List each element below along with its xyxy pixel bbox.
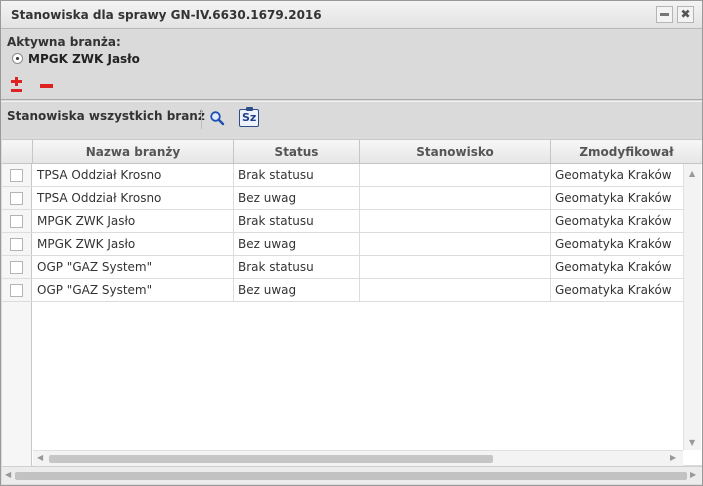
active-branch-panel: Aktywna branża: MPGK ZWK Jasło: [1, 30, 702, 100]
table-row[interactable]: TPSA Oddział Krosno Bez uwag Geomatyka K…: [2, 187, 683, 210]
table-row[interactable]: MPGK ZWK Jasło Bez uwag Geomatyka Kraków: [2, 233, 683, 256]
active-branch-label: Aktywna branża:: [7, 35, 121, 49]
title-bar[interactable]: Stanowiska dla sprawy GN-IV.6630.1679.20…: [1, 1, 702, 29]
cell-branza: MPGK ZWK Jasło: [33, 210, 234, 233]
window-horizontal-scrollbar[interactable]: ◀ ▶: [2, 466, 702, 484]
cell-zmodyfikowal: Geomatyka Kraków: [555, 191, 672, 205]
close-icon: ✖: [680, 7, 691, 21]
table-header: Nazwa branży Status Stanowisko Zmodyfiko…: [2, 140, 702, 164]
sz-button[interactable]: Sz: [239, 107, 259, 127]
column-header-branza[interactable]: Nazwa branży: [33, 140, 234, 164]
toolbar-separator: [201, 109, 202, 129]
cell-status: Bez uwag: [234, 233, 360, 256]
column-header-stanowisko[interactable]: Stanowisko: [360, 140, 551, 164]
cell-status: Bez uwag: [234, 187, 360, 210]
cell-zmodyfikowal: Geomatyka Kraków: [555, 168, 672, 182]
radio-selected-icon[interactable]: [12, 53, 23, 64]
scroll-down-icon[interactable]: ▼: [689, 438, 695, 447]
plus-bar: [11, 80, 22, 83]
scroll-left-icon[interactable]: ◀: [37, 453, 43, 462]
row-checkbox[interactable]: [10, 238, 23, 251]
scroll-left-icon[interactable]: ◀: [5, 470, 11, 479]
add-branch-button[interactable]: [10, 77, 24, 93]
sz-label: Sz: [242, 111, 257, 124]
minimize-icon: [660, 13, 669, 16]
toolbar: Stanowiska wszystkich branż Sz: [1, 101, 702, 137]
cell-stanowisko: [360, 233, 551, 256]
window-hscroll-thumb[interactable]: [15, 472, 687, 480]
scroll-right-icon[interactable]: ▶: [670, 453, 676, 462]
cell-zmodyfikowal: Geomatyka Kraków: [555, 283, 672, 297]
column-header-status[interactable]: Status: [234, 140, 360, 164]
cell-zmodyfikowal: Geomatyka Kraków: [555, 237, 672, 251]
row-checkbox[interactable]: [10, 215, 23, 228]
minus-bar: [11, 89, 22, 92]
row-checkbox[interactable]: [10, 261, 23, 274]
table-horizontal-scrollbar[interactable]: ◀ ▶: [33, 450, 683, 466]
close-button[interactable]: ✖: [677, 6, 694, 23]
remove-branch-button[interactable]: [40, 84, 53, 88]
minimize-button[interactable]: [656, 6, 673, 23]
branch-radio-label: MPGK ZWK Jasło: [28, 52, 140, 66]
cell-stanowisko: [360, 164, 551, 187]
cell-status: Brak statusu: [234, 164, 360, 187]
column-header-zmodyfikowal[interactable]: Zmodyfikował: [551, 140, 702, 164]
cell-status: Bez uwag: [234, 279, 360, 302]
section-title: Stanowiska wszystkich branż: [7, 109, 205, 123]
cell-zmodyfikowal: Geomatyka Kraków: [555, 214, 672, 228]
scroll-right-icon[interactable]: ▶: [690, 470, 696, 479]
cell-status: Brak statusu: [234, 210, 360, 233]
cell-branza: TPSA Oddział Krosno: [33, 164, 234, 187]
cell-status: Brak statusu: [234, 256, 360, 279]
table-vertical-scrollbar[interactable]: ▲ ▼: [683, 164, 701, 450]
search-button[interactable]: [209, 110, 225, 126]
positions-table: Nazwa branży Status Stanowisko Zmodyfiko…: [2, 139, 702, 468]
table-row[interactable]: OGP "GAZ System" Brak statusu Geomatyka …: [2, 256, 683, 279]
row-checkbox[interactable]: [10, 284, 23, 297]
dialog-window: Stanowiska dla sprawy GN-IV.6630.1679.20…: [0, 0, 703, 486]
magnifier-icon: [210, 111, 225, 126]
table-row[interactable]: OGP "GAZ System" Bez uwag Geomatyka Krak…: [2, 279, 683, 302]
cell-stanowisko: [360, 256, 551, 279]
cell-branza: TPSA Oddział Krosno: [33, 187, 234, 210]
header-checkbox-column: [2, 140, 33, 164]
row-checkbox[interactable]: [10, 169, 23, 182]
window-title: Stanowiska dla sprawy GN-IV.6630.1679.20…: [11, 8, 322, 22]
table-hscroll-thumb[interactable]: [49, 455, 493, 463]
cell-branza: MPGK ZWK Jasło: [33, 233, 234, 256]
cell-stanowisko: [360, 187, 551, 210]
cell-branza: OGP "GAZ System": [33, 279, 234, 302]
table-row[interactable]: TPSA Oddział Krosno Brak statusu Geomaty…: [2, 164, 683, 187]
cell-stanowisko: [360, 279, 551, 302]
scroll-up-icon[interactable]: ▲: [689, 169, 695, 178]
cell-stanowisko: [360, 210, 551, 233]
cell-branza: OGP "GAZ System": [33, 256, 234, 279]
table-row[interactable]: MPGK ZWK Jasło Brak statusu Geomatyka Kr…: [2, 210, 683, 233]
row-checkbox[interactable]: [10, 192, 23, 205]
cell-zmodyfikowal: Geomatyka Kraków: [555, 260, 672, 274]
